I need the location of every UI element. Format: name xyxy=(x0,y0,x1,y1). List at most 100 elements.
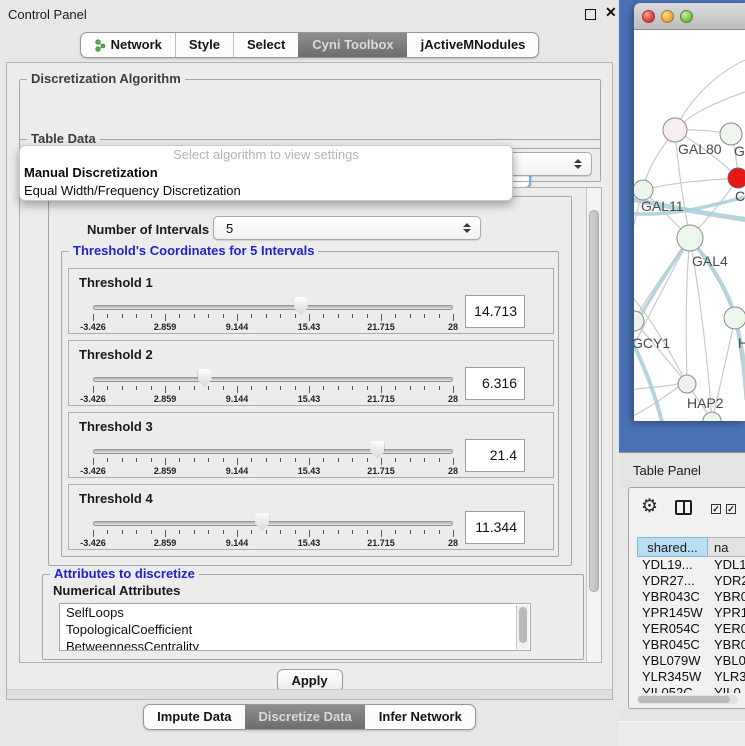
attribute-item-topologicalcoefficient[interactable]: TopologicalCoefficient xyxy=(60,621,530,638)
tab-style[interactable]: Style xyxy=(175,33,233,57)
bottom-tab-infer-network[interactable]: Infer Network xyxy=(365,705,475,729)
network-node-c[interactable] xyxy=(728,168,745,188)
combo-arrows-icon xyxy=(573,159,582,169)
top-tabs-segmented-control: NetworkStyle Select Cyni Toolbox jActiveMNo… xyxy=(80,32,540,58)
cell-shared-name: YDR27... xyxy=(637,573,708,589)
table-row[interactable]: YDL19...YDL1 xyxy=(637,557,745,573)
num-intervals-label: Number of Intervals xyxy=(87,222,209,237)
column-header-2[interactable]: na xyxy=(708,537,745,557)
attributes-list-scrollbar[interactable] xyxy=(516,605,529,649)
slider-track[interactable] xyxy=(93,521,453,526)
slider-track[interactable] xyxy=(93,305,453,310)
table-panel-title: Table Panel xyxy=(633,463,701,478)
slider-track[interactable] xyxy=(93,449,453,454)
slider-track[interactable] xyxy=(93,377,453,382)
node-table: shared...na YDL19...YDL1YDR27...YDR2YBR0… xyxy=(637,537,745,693)
bottom-tab-label: Impute Data xyxy=(157,705,231,729)
control-panel: Control Panel ✕ NetworkStyle Select Cyni T… xyxy=(0,0,619,745)
node-label: GAL11 xyxy=(641,198,684,214)
attribute-item-betweennesscentrality[interactable]: BetweennessCentrality xyxy=(60,638,530,651)
network-node-h[interactable] xyxy=(724,307,745,329)
threshold-value-field[interactable]: 11.344 xyxy=(465,511,525,544)
table-row[interactable]: YIL052CYIL0 xyxy=(637,685,745,693)
control-panel-title: Control Panel xyxy=(8,7,87,22)
table-row[interactable]: YBR043CYBR0 xyxy=(637,589,745,605)
attribute-item-selfloops[interactable]: SelfLoops xyxy=(60,604,530,621)
combo-arrows-icon xyxy=(462,223,471,233)
network-window-titlebar[interactable] xyxy=(634,3,745,30)
node-label: GCY1 xyxy=(634,335,670,351)
network-node[interactable] xyxy=(703,412,721,421)
network-node-gal11[interactable] xyxy=(634,180,653,200)
slider-thumb[interactable] xyxy=(198,369,212,387)
slider-thumb[interactable] xyxy=(255,513,269,531)
network-node-gal4[interactable] xyxy=(677,225,703,251)
cell-name: YLR3 xyxy=(708,669,745,685)
split-columns-icon[interactable] xyxy=(675,500,692,515)
tab-label: Select xyxy=(247,33,285,57)
cell-name: YDL1 xyxy=(708,557,745,573)
table-row[interactable]: YDR27...YDR2 xyxy=(637,573,745,589)
algorithm-option-manual[interactable]: Manual Discretization xyxy=(20,164,512,182)
float-window-icon[interactable] xyxy=(585,9,596,20)
threshold-label: Threshold 2 xyxy=(79,347,153,362)
network-nodes[interactable] xyxy=(634,118,745,421)
table-row[interactable]: YLR345WYLR3 xyxy=(637,669,745,685)
scrollbar-thumb[interactable] xyxy=(638,696,730,703)
algorithm-option-equal-width[interactable]: Equal Width/Frequency Discretization xyxy=(20,182,512,200)
threshold-1-row: Threshold 1-3.4262.8599.14415.4321.71528… xyxy=(68,268,554,334)
node-label: HAP2 xyxy=(687,395,724,411)
network-node-hap2[interactable] xyxy=(678,375,696,393)
scrollbar-thumb[interactable] xyxy=(589,210,599,592)
scrollbar-thumb[interactable] xyxy=(519,607,527,643)
threshold-4-row: Threshold 4 -3.4262.8599.14415.4321.71528… xyxy=(68,484,554,550)
cell-shared-name: YER054C xyxy=(637,621,708,637)
bottom-tab-label: Discretize Data xyxy=(259,705,352,729)
node-label: GAL80 xyxy=(678,141,722,157)
tab-label: jActiveMNodules xyxy=(421,33,526,57)
window-minimize-icon[interactable] xyxy=(661,10,674,23)
interval-definition-group: Interval Definition Number of Intervals … xyxy=(48,196,572,566)
bottom-tab-discretize-data[interactable]: Discretize Data xyxy=(245,705,365,729)
window-zoom-icon[interactable] xyxy=(680,10,693,23)
checkbox-icon[interactable]: ✓ xyxy=(726,504,736,514)
cell-name: YBR0 xyxy=(708,589,745,605)
network-node-gal80[interactable] xyxy=(663,118,687,142)
numerical-attributes-list[interactable]: SelfLoopsTopologicalCoefficientBetweenne… xyxy=(59,603,531,651)
cell-shared-name: YPR145W xyxy=(637,605,708,621)
gear-icon[interactable]: ⚙ xyxy=(641,497,658,516)
node-label: GAL4 xyxy=(692,253,728,269)
tab-select[interactable]: Select xyxy=(233,33,298,57)
num-intervals-combobox[interactable]: 5 xyxy=(213,216,481,240)
checkbox-icon[interactable]: ✓ xyxy=(711,504,721,514)
network-node-g[interactable] xyxy=(720,123,742,145)
slider-thumb[interactable] xyxy=(370,441,384,459)
bottom-tab-impute-data[interactable]: Impute Data xyxy=(144,705,244,729)
slider-tick-labels: -3.4262.8599.14415.4321.71528 xyxy=(93,538,453,548)
thresholds-group: Threshold's Coordinates for 5 Intervals … xyxy=(61,251,559,557)
close-icon[interactable]: ✕ xyxy=(605,4,617,21)
network-canvas[interactable]: GAL80GCGAL11GAL4GCY1HHAP2 xyxy=(634,30,745,421)
node-label: G xyxy=(734,143,745,159)
threshold-value-field[interactable]: 14.713 xyxy=(465,295,525,328)
window-close-icon[interactable] xyxy=(642,10,655,23)
table-row[interactable]: YBL079WYBL0 xyxy=(637,653,745,669)
panel-bottom-strip xyxy=(7,689,612,699)
table-horizontal-scrollbar[interactable] xyxy=(637,695,738,704)
threshold-label: Threshold 4 xyxy=(79,491,153,506)
threshold-value-field[interactable]: 6.316 xyxy=(465,367,525,400)
algorithm-group-title: Discretization Algorithm xyxy=(27,72,185,86)
settings-vertical-scrollbar[interactable] xyxy=(586,188,601,662)
slider-thumb[interactable] xyxy=(294,297,308,315)
tab-cyni-toolbox[interactable]: Cyni Toolbox xyxy=(298,33,406,57)
table-row[interactable]: YPR145WYPR1 xyxy=(637,605,745,621)
column-header-1[interactable]: shared... xyxy=(637,537,708,557)
tab-jactivemnodules[interactable]: jActiveMNodules xyxy=(407,33,539,57)
threshold-value-field[interactable]: 21.4 xyxy=(465,439,525,472)
bottom-tab-label: Infer Network xyxy=(379,705,462,729)
table-row[interactable]: YER054CYER0 xyxy=(637,621,745,637)
slider-tick-labels: -3.4262.8599.14415.4321.71528 xyxy=(93,322,453,332)
tab-network[interactable]: Network xyxy=(81,33,175,57)
table-row[interactable]: YBR045CYBR0 xyxy=(637,637,745,653)
algorithm-dropdown-popup: Select algorithm to view settings Manual… xyxy=(19,145,513,201)
